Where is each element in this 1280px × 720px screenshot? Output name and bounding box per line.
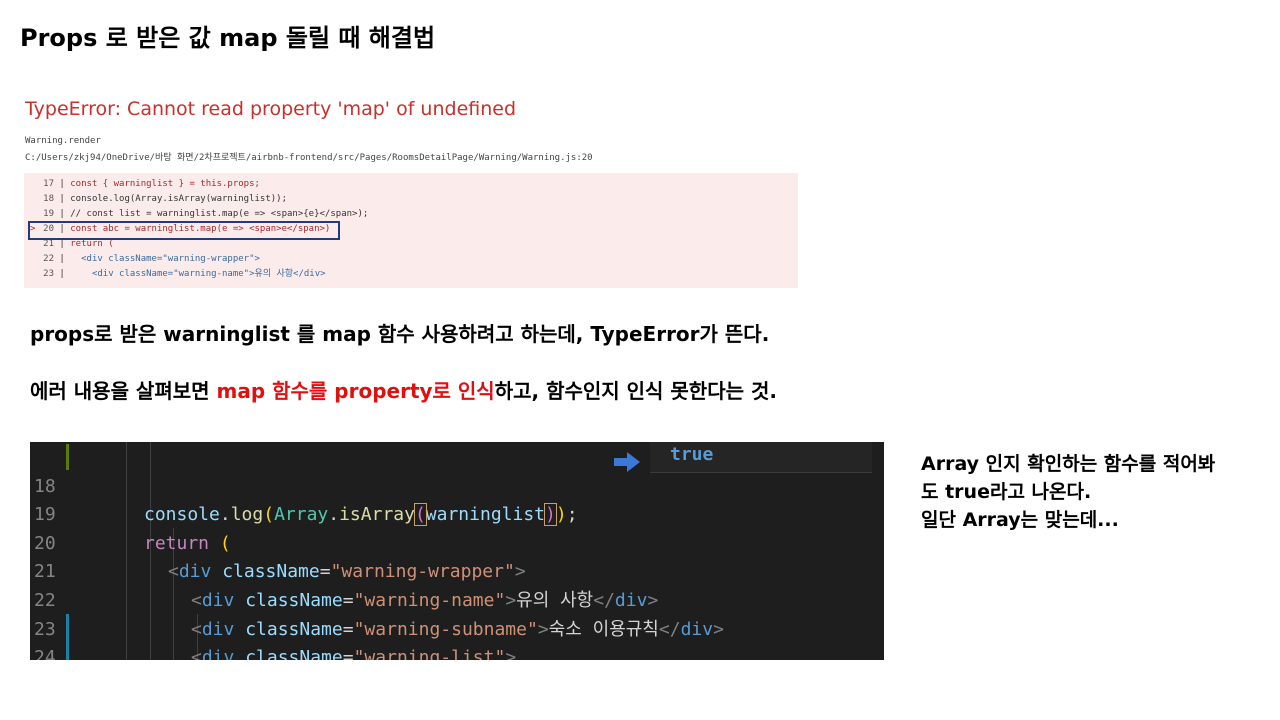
error-code-line: 19 | // const list = warninglist.map(e =… — [43, 209, 369, 219]
error-code-line: 22 | <div className="warning-wrapper"> — [43, 254, 260, 264]
code-line: 22 <div className="warning-subname">숙소 이… — [34, 589, 724, 640]
error-line-highlight-box — [28, 221, 340, 240]
code-line: 18 console.log(Array.isArray(warninglist… — [34, 475, 578, 527]
code-line: 20 <div className="warning-wrapper"> — [34, 532, 526, 583]
error-code-line: 18 | console.log(Array.isArray(warningli… — [43, 194, 288, 204]
error-title: TypeError: Cannot read property 'map' of… — [25, 98, 517, 120]
code-line: 21 <div className="warning-name">유의 사항</… — [34, 561, 659, 611]
emphasis-text: map 함수를 property로 인식 — [216, 379, 495, 403]
error-code-line: 23 | <div className="warning-name">유의 사항… — [43, 269, 326, 279]
error-code-line: 17 | const { warninglist } = this.props; — [43, 179, 260, 189]
error-file-path: C:/Users/zkj94/OneDrive/바탕 화면/2차프로젝트/air… — [25, 153, 593, 163]
code-line: 23 <div className="warning-list"> — [34, 618, 517, 660]
error-function: Warning.render — [25, 136, 101, 146]
error-code-frame: 17 | const { warninglist } = this.props;… — [24, 173, 798, 288]
slide-title: Props 로 받은 값 map 돌릴 때 해결법 — [20, 24, 436, 52]
code-editor: true 18 console.log(Array.isArray(warnin… — [30, 442, 884, 660]
code-line: 19 return ( — [34, 504, 231, 554]
paragraph-explanation: 에러 내용을 살펴보면 map 함수를 property로 인식하고, 함수인지… — [30, 379, 777, 403]
side-note: Array 인지 확인하는 함수를 적어봐도 true라고 나온다. 일단 Ar… — [921, 453, 1216, 531]
code-line: 24 {warninglist && warninglist.map(e => … — [34, 647, 56, 660]
code-line: 25 — [30, 644, 884, 660]
paragraph-problem: props로 받은 warninglist 를 map 함수 사용하려고 하는데… — [30, 322, 770, 346]
